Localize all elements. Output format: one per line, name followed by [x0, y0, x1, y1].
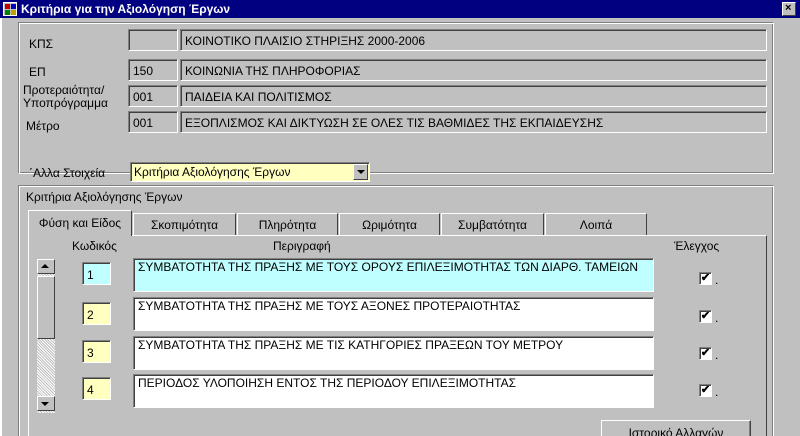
row-check-checkbox[interactable]: ✔: [699, 384, 712, 397]
row-check-dot: .: [715, 385, 719, 399]
tab-label: Φύση και Είδος: [38, 216, 122, 230]
row-code-field[interactable]: 2: [82, 302, 111, 325]
priority-code-field: 001: [128, 85, 178, 107]
column-header-description: Περιγραφή: [273, 239, 331, 253]
arrow-up-icon: [41, 264, 49, 268]
ep-description-field: ΚΟΙΝΩΝΙΑ ΤΗΣ ΠΛΗΡΟΦΟΡΙΑΣ: [180, 59, 767, 81]
scroll-up-button[interactable]: [37, 259, 55, 274]
row-code-field[interactable]: 4: [82, 377, 111, 400]
measure-code-field: 001: [128, 111, 178, 133]
tab-label: Συμβατότητα: [458, 218, 527, 232]
close-icon: ×: [785, 2, 792, 14]
measure-label: Μέτρο: [26, 119, 60, 133]
combo-dropdown-button[interactable]: [353, 164, 368, 180]
chevron-down-icon: [357, 170, 365, 174]
ep-code-field: 150: [128, 59, 178, 81]
tab-purpose[interactable]: Σκοπιμότητα: [133, 213, 236, 235]
window-title: Κριτήρια για την Αξιολόγηση Έργων: [21, 2, 231, 16]
title-bar[interactable]: Κριτήρια για την Αξιολόγηση Έργων ×: [0, 0, 800, 18]
row-description-field[interactable]: ΠΕΡΙΟΔΟΣ ΥΛΟΠΟΙΗΣΗ ΕΝΤΟΣ ΤΗΣ ΠΕΡΙΟΔΟΥ ΕΠ…: [133, 374, 654, 408]
tab-other[interactable]: Λοιπά: [545, 213, 647, 235]
app-window-icon: [3, 2, 17, 16]
tab-maturity[interactable]: Ωριμότητα: [339, 213, 440, 235]
row-check-checkbox[interactable]: ✔: [699, 347, 712, 360]
column-header-check: Έλεγχος: [674, 239, 720, 253]
tab-compatibility[interactable]: Συμβατότητα: [441, 213, 544, 235]
row-code-field[interactable]: 3: [82, 340, 111, 363]
priority-description-field: ΠΑΙΔΕΙΑ ΚΑΙ ΠΟΛΙΤΙΣΜΟΣ: [180, 85, 767, 107]
measure-description-field: ΕΞΟΠΛΙΣΜΟΣ ΚΑΙ ΔΙΚΤΥΩΣΗ ΣΕ ΟΛΕΣ ΤΙΣ ΒΑΘΜ…: [180, 111, 767, 133]
row-check-dot: .: [715, 311, 719, 325]
scroll-down-button[interactable]: [37, 396, 55, 411]
tab-label: Ωριμότητα: [362, 218, 417, 232]
tab-label: Σκοπιμότητα: [150, 218, 219, 232]
close-button[interactable]: ×: [782, 2, 796, 16]
other-data-selected-value: Κριτήρια Αξιολόγησης Έργων: [134, 165, 291, 179]
row-check-dot: .: [715, 273, 719, 287]
kps-code-field: [128, 29, 178, 51]
other-data-label: ΄Αλλα Στοιχεία: [29, 166, 106, 180]
tab-label: Πληρότητα: [258, 218, 317, 232]
row-code-field[interactable]: 1: [82, 262, 111, 285]
tab-nature-type[interactable]: Φύση και Είδος: [28, 210, 132, 236]
change-history-label: Ιστορικό Αλλαγών: [628, 426, 724, 436]
tab-label: Λοιπά: [579, 218, 613, 232]
column-header-code: Κωδικός: [72, 239, 117, 253]
scrollbar-thumb[interactable]: [37, 276, 55, 339]
criteria-group-title: Κριτήρια Αξιολόγησης Έργων: [26, 190, 183, 204]
row-check-checkbox[interactable]: ✔: [699, 272, 712, 285]
tab-completeness[interactable]: Πληρότητα: [237, 213, 338, 235]
row-description-field[interactable]: ΣΥΜΒΑΤΟΤΗΤΑ ΤΗΣ ΠΡΑΞΗΣ ΜΕ ΤΟΥΣ ΑΞΟΝΕΣ ΠΡ…: [133, 297, 654, 331]
row-description-field[interactable]: ΣΥΜΒΑΤΟΤΗΤΑ ΤΗΣ ΠΡΑΞΗΣ ΜΕ ΤΟΥΣ ΟΡΟΥΣ ΕΠΙ…: [133, 258, 654, 292]
other-data-select[interactable]: Κριτήρια Αξιολόγησης Έργων: [130, 162, 370, 182]
vertical-scrollbar[interactable]: [37, 259, 55, 413]
change-history-button[interactable]: Ιστορικό Αλλαγών: [601, 420, 751, 436]
ep-label: ΕΠ: [29, 65, 46, 79]
kps-label: ΚΠΣ: [29, 37, 54, 51]
row-description-field[interactable]: ΣΥΜΒΑΤΟΤΗΤΑ ΤΗΣ ΠΡΑΞΗΣ ΜΕ ΤΙΣ ΚΑΤΗΓΟΡΙΕΣ…: [133, 336, 654, 370]
arrow-down-icon: [41, 402, 49, 406]
row-check-dot: .: [715, 348, 719, 362]
row-check-checkbox[interactable]: ✔: [699, 310, 712, 323]
priority-label-line2: Υποπρόγραμμα: [23, 96, 108, 110]
kps-description-field: ΚΟΙΝΟΤΙΚΟ ΠΛΑΙΣΙΟ ΣΤΗΡΙΞΗΣ 2000-2006: [180, 29, 767, 51]
